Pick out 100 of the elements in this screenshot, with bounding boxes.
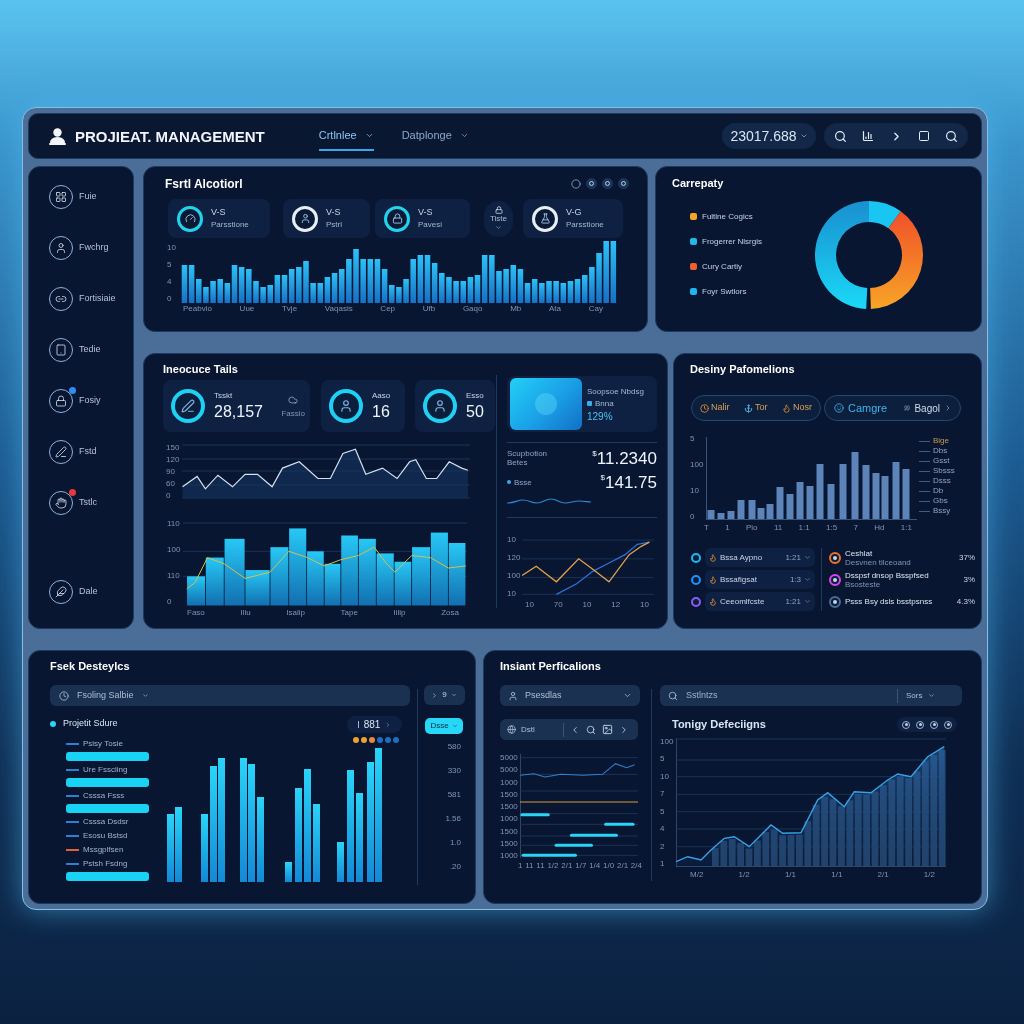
search-icon[interactable] bbox=[586, 724, 596, 735]
item-value: 1:3 bbox=[789, 573, 801, 586]
axis-label: 5 bbox=[660, 807, 666, 816]
compare-button[interactable]: Camgre bbox=[834, 399, 888, 417]
axis-label: 1500 bbox=[500, 827, 519, 836]
page-dropdown[interactable]: 9 bbox=[423, 685, 465, 705]
chevron-left-icon[interactable] bbox=[570, 724, 580, 735]
axis-label: 1 bbox=[660, 859, 666, 868]
reading-value: $11.2340 bbox=[592, 449, 657, 467]
list-item[interactable]: Ceeomlfcste 1:21 bbox=[705, 592, 815, 611]
ring-dot-icon[interactable] bbox=[586, 178, 597, 189]
filter-button[interactable]: Tor bbox=[744, 401, 768, 415]
chart-bar bbox=[412, 547, 430, 606]
axis-label: 100 bbox=[660, 738, 675, 746]
chart-bar bbox=[727, 511, 735, 519]
axis-label: 11 bbox=[525, 862, 534, 870]
list-item[interactable]: Bssafigsat 1:3 bbox=[705, 570, 815, 589]
nav-tab[interactable]: Datplonge bbox=[401, 121, 469, 151]
action-button[interactable]: Dsse bbox=[425, 718, 463, 734]
value-dropdown[interactable]: 881 bbox=[347, 716, 402, 733]
axis-label: 2 bbox=[660, 842, 666, 851]
stat-caption: Parsstione bbox=[211, 221, 249, 229]
filter-button[interactable]: Nosr bbox=[781, 401, 812, 415]
ring-dot-icon[interactable] bbox=[602, 178, 613, 189]
round-dropdown[interactable]: Tiste bbox=[484, 200, 513, 237]
chart-bar bbox=[776, 487, 784, 519]
axis-label: Tape bbox=[340, 609, 358, 617]
legend-line bbox=[919, 490, 930, 492]
image-icon[interactable] bbox=[602, 724, 613, 735]
sidebar-item[interactable]: Fwchrg bbox=[49, 236, 133, 260]
chevron-right-icon bbox=[431, 691, 439, 699]
search-icon[interactable] bbox=[834, 129, 847, 143]
axis-label: 4 bbox=[167, 278, 173, 286]
legend-label: Frogerrer Nlsrgis bbox=[702, 235, 762, 248]
axis-label: 11 bbox=[773, 524, 783, 532]
axis-label: 1000 bbox=[500, 778, 519, 787]
panel-title: Ineocuce Tails bbox=[163, 362, 239, 377]
tile-label: Bnna bbox=[595, 399, 614, 408]
sidebar-item[interactable]: Dale bbox=[49, 580, 133, 604]
circle-icon[interactable] bbox=[571, 178, 581, 189]
filter-dropdown[interactable]: Psesdlas bbox=[500, 685, 640, 706]
sidebar-item[interactable]: Fortisiaie bbox=[49, 287, 133, 311]
stat-label: V-S bbox=[326, 208, 342, 217]
axis-label: Hd bbox=[874, 524, 885, 532]
chart-bar bbox=[337, 842, 344, 882]
bar-chart-icon[interactable] bbox=[862, 130, 875, 142]
axis-label: 10 bbox=[690, 487, 700, 495]
stat-label: Aaso bbox=[372, 392, 391, 400]
chart-bar bbox=[796, 482, 804, 519]
legend-line bbox=[919, 510, 930, 512]
gradient-tile bbox=[510, 378, 582, 430]
chart-bar bbox=[737, 500, 745, 519]
quote-icon bbox=[904, 405, 911, 411]
legend-label: Gbs bbox=[933, 497, 948, 505]
axis-label: 5000 bbox=[500, 754, 519, 762]
axis-label: 2/1 bbox=[561, 862, 573, 870]
search-icon[interactable] bbox=[945, 129, 958, 143]
axis-label: 5 bbox=[660, 755, 666, 764]
anchor-icon bbox=[744, 403, 753, 413]
axis-label: 1000 bbox=[500, 815, 519, 824]
sidebar-item[interactable]: Fosiy bbox=[49, 389, 133, 413]
nav-tab[interactable]: Crtlnlee bbox=[318, 121, 374, 151]
panel-title: Insiant Perficalions bbox=[500, 659, 602, 674]
axis-label: 10 bbox=[582, 601, 592, 609]
list-label: Pstsh Fsdng bbox=[83, 860, 128, 868]
caret-icon bbox=[495, 224, 502, 231]
caret-icon bbox=[141, 692, 149, 699]
axis-label: 1/4 bbox=[589, 862, 601, 870]
metric-subtitle: Desvnen tilceoand bbox=[845, 558, 912, 567]
list-label: Mssgplfsen bbox=[83, 846, 124, 854]
axis-label: 100 bbox=[690, 461, 705, 469]
axis-label: 1:1 bbox=[900, 524, 912, 532]
sidebar-item[interactable]: Fuie bbox=[49, 185, 133, 209]
axis-label: 1:1 bbox=[798, 524, 810, 532]
stat-value: 28,157 bbox=[214, 404, 263, 420]
stat-note: Fassio bbox=[281, 409, 305, 418]
search-field[interactable]: Sstlntzs Sors bbox=[660, 685, 962, 706]
axis-label: T bbox=[704, 524, 709, 532]
filter-dropdown[interactable]: Fsoling Salbie bbox=[50, 685, 410, 706]
sort-dropdown[interactable]: Sors bbox=[906, 689, 954, 702]
ring-dot-icon[interactable] bbox=[618, 178, 629, 189]
toolbar-button[interactable]: Dstl bbox=[507, 723, 563, 736]
legend-label: Dbs bbox=[933, 447, 948, 455]
series-label: Projetit Sdure bbox=[63, 717, 118, 731]
value-dropdown[interactable]: 23017.688 bbox=[722, 123, 816, 149]
chevron-right-icon[interactable] bbox=[619, 724, 629, 735]
sidebar-item[interactable]: Tstlc bbox=[49, 491, 133, 515]
filter-button[interactable]: Nalir bbox=[700, 401, 730, 415]
globe-icon bbox=[507, 725, 516, 734]
square-icon[interactable] bbox=[917, 130, 930, 142]
chevron-right-icon bbox=[385, 721, 392, 728]
option-dropdown[interactable]: Bagol bbox=[904, 400, 952, 416]
axis-label: 4 bbox=[660, 825, 666, 834]
list-label: Psisy Tosie bbox=[83, 740, 123, 748]
sidebar-item[interactable]: Tedie bbox=[49, 338, 133, 362]
sidebar-item[interactable]: Fstd bbox=[49, 440, 133, 464]
axis-label: 0 bbox=[167, 295, 173, 303]
reading-label: Bsse bbox=[514, 477, 533, 487]
list-item[interactable]: Bssa Aypno 1:21 bbox=[705, 548, 815, 567]
axis-label: 120 bbox=[507, 554, 522, 562]
